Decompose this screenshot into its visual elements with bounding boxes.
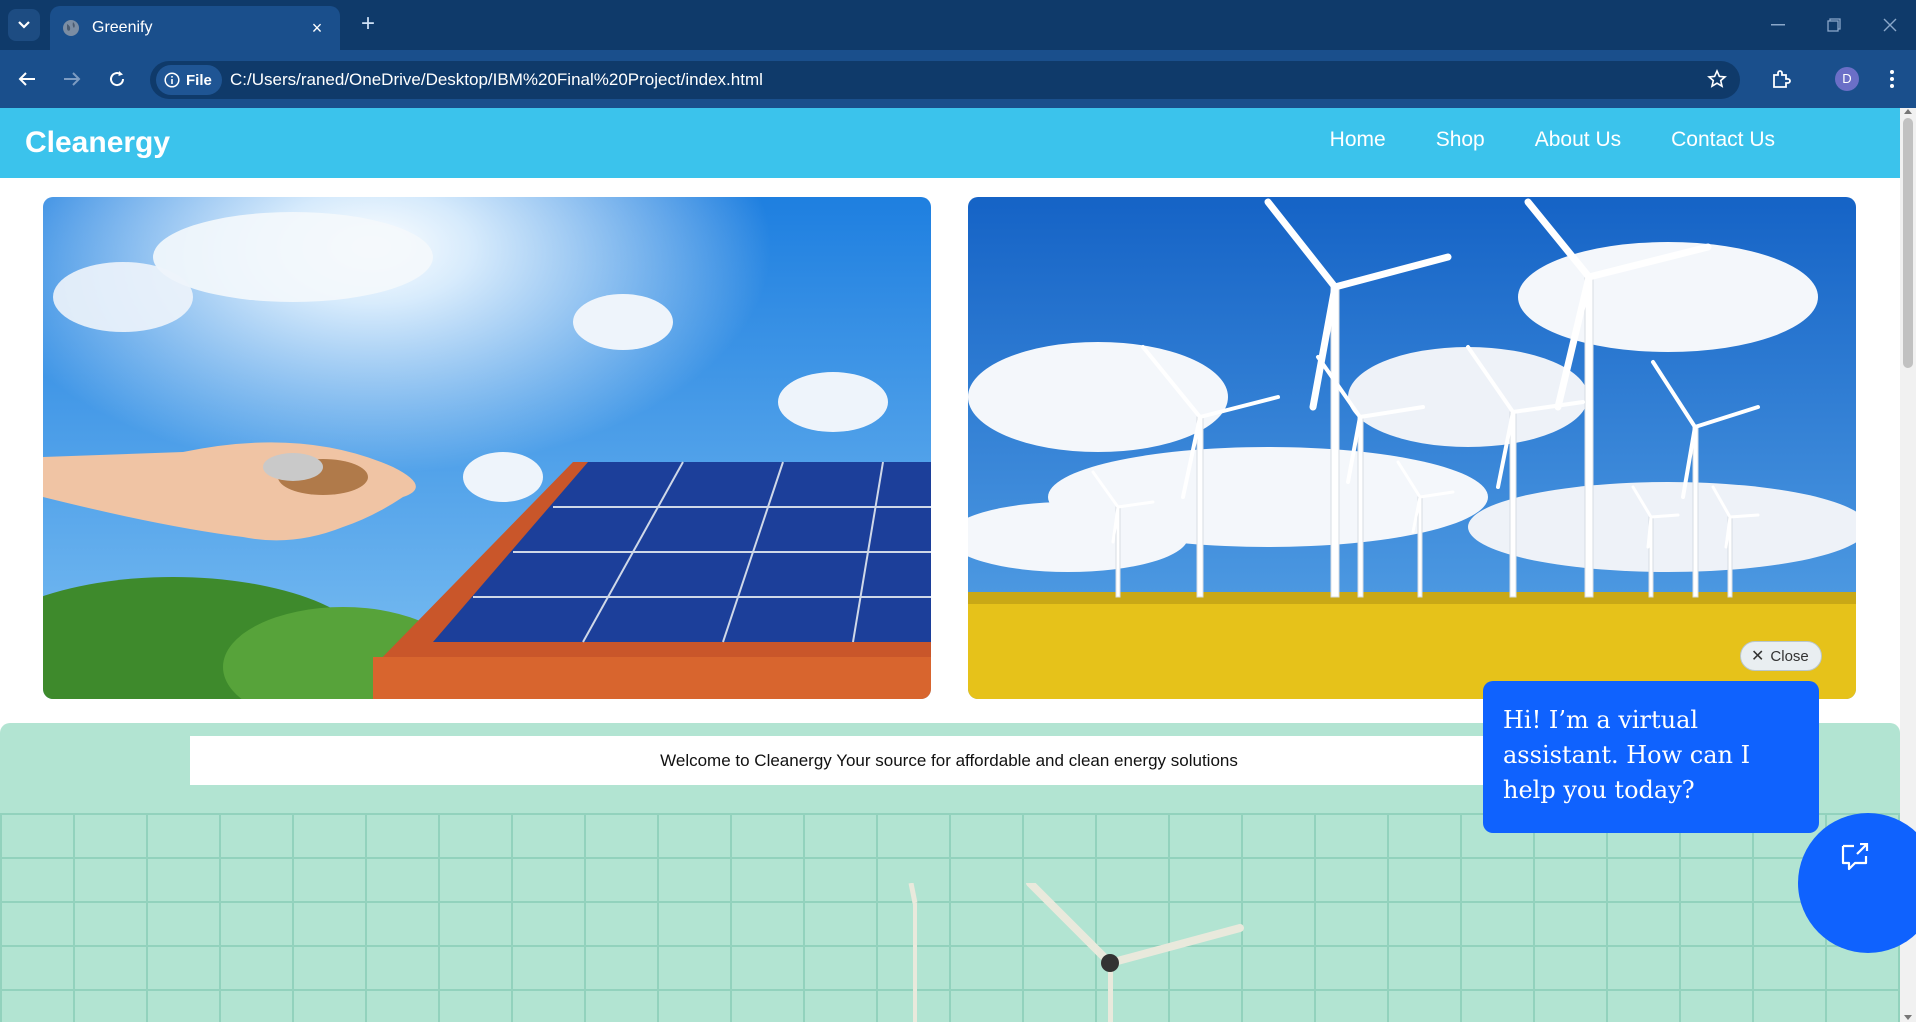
forward-icon: [64, 72, 81, 86]
tab-search-button[interactable]: [8, 9, 40, 41]
wind-turbine-illustration: [908, 883, 1244, 1022]
url-text[interactable]: C:/Users/raned/OneDrive/Desktop/IBM%20Fi…: [230, 70, 763, 90]
scroll-down-arrow[interactable]: [1904, 1015, 1912, 1020]
globe-icon: [63, 20, 79, 36]
kebab-menu-icon: [1890, 70, 1894, 88]
chat-icon: [1841, 843, 1869, 871]
bookmark-button[interactable]: [1701, 63, 1733, 95]
scrollbar-thumb[interactable]: [1903, 118, 1913, 368]
reload-button[interactable]: [100, 62, 134, 96]
close-icon: ✕: [1751, 648, 1765, 665]
site-info-label: File: [186, 71, 212, 89]
solar-panel-image: [43, 197, 931, 699]
main-nav: Home Shop About Us Contact Us: [1280, 128, 1775, 152]
chevron-down-icon: [18, 21, 30, 29]
reload-icon: [110, 71, 125, 87]
back-button[interactable]: [10, 62, 44, 96]
chat-close-button[interactable]: ✕ Close: [1740, 641, 1822, 671]
site-header: Cleanergy Home Shop About Us Contact Us: [0, 108, 1900, 178]
profile-avatar[interactable]: D: [1835, 67, 1859, 91]
info-icon: [164, 72, 180, 88]
browser-menu-button[interactable]: [1876, 63, 1908, 95]
browser-tab-strip: Greenify × +: [0, 0, 1916, 50]
page-viewport: Cleanergy Home Shop About Us Contact Us: [0, 108, 1916, 1022]
site-info-chip[interactable]: File: [156, 65, 222, 95]
nav-about-us[interactable]: About Us: [1535, 128, 1621, 152]
nav-contact-us[interactable]: Contact Us: [1671, 128, 1775, 152]
restore-button[interactable]: [1806, 0, 1862, 50]
back-icon: [18, 72, 35, 86]
chat-close-label: Close: [1770, 647, 1809, 665]
scroll-up-arrow[interactable]: [1904, 109, 1912, 114]
chat-greeting-bubble[interactable]: Hi! I’m a virtual assistant. How can I h…: [1483, 681, 1819, 833]
star-icon: [1707, 69, 1727, 88]
window-close-button[interactable]: [1862, 0, 1916, 50]
extensions-button[interactable]: [1765, 63, 1797, 95]
nav-shop[interactable]: Shop: [1436, 128, 1485, 152]
nav-home[interactable]: Home: [1330, 128, 1386, 152]
welcome-banner: Welcome to Cleanergy Your source for aff…: [190, 736, 1708, 785]
browser-tab[interactable]: Greenify ×: [50, 6, 340, 50]
minimize-icon: [1771, 24, 1785, 26]
brand-logo[interactable]: Cleanergy: [25, 126, 170, 160]
restore-icon: [1827, 18, 1841, 32]
new-tab-button[interactable]: +: [352, 9, 384, 41]
close-icon: [1883, 18, 1897, 32]
forward-button[interactable]: [55, 62, 89, 96]
minimize-button[interactable]: [1750, 0, 1806, 50]
wind-turbines-image: [968, 197, 1856, 699]
tab-close-button[interactable]: ×: [306, 18, 328, 39]
extensions-icon: [1773, 70, 1791, 88]
tab-title: Greenify: [92, 19, 153, 36]
